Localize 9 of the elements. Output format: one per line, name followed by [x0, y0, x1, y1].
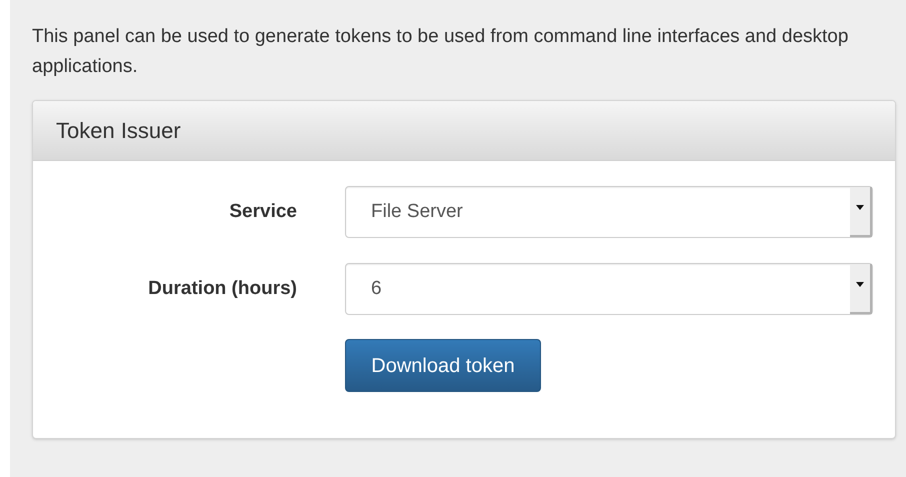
select-field[interactable]: 6	[345, 263, 873, 315]
caret-icon	[856, 205, 864, 210]
intro-text: This panel can be used to generate tokens to be used from command line interfaces and desktop applications.	[32, 25, 850, 79]
panel-title: Token Issuer	[56, 117, 181, 145]
select-field[interactable]: File Server	[345, 186, 873, 238]
field-label: Service	[229, 200, 297, 222]
caret-icon	[856, 282, 864, 287]
download-token-button[interactable]: Download token	[345, 339, 541, 392]
field-label: Duration (hours)	[148, 278, 297, 299]
